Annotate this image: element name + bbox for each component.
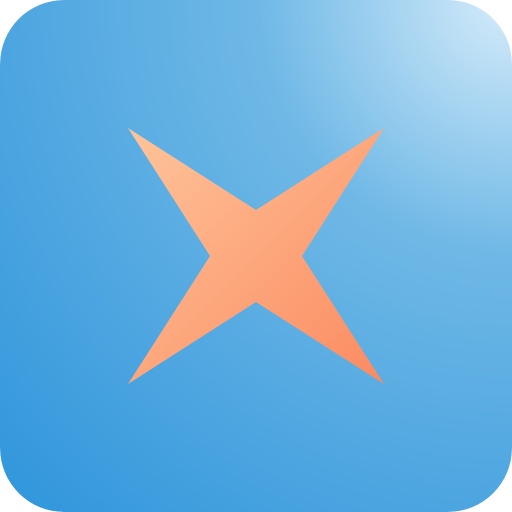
app-icon[interactable] [0, 0, 512, 512]
app-icon-graphic [0, 0, 512, 512]
